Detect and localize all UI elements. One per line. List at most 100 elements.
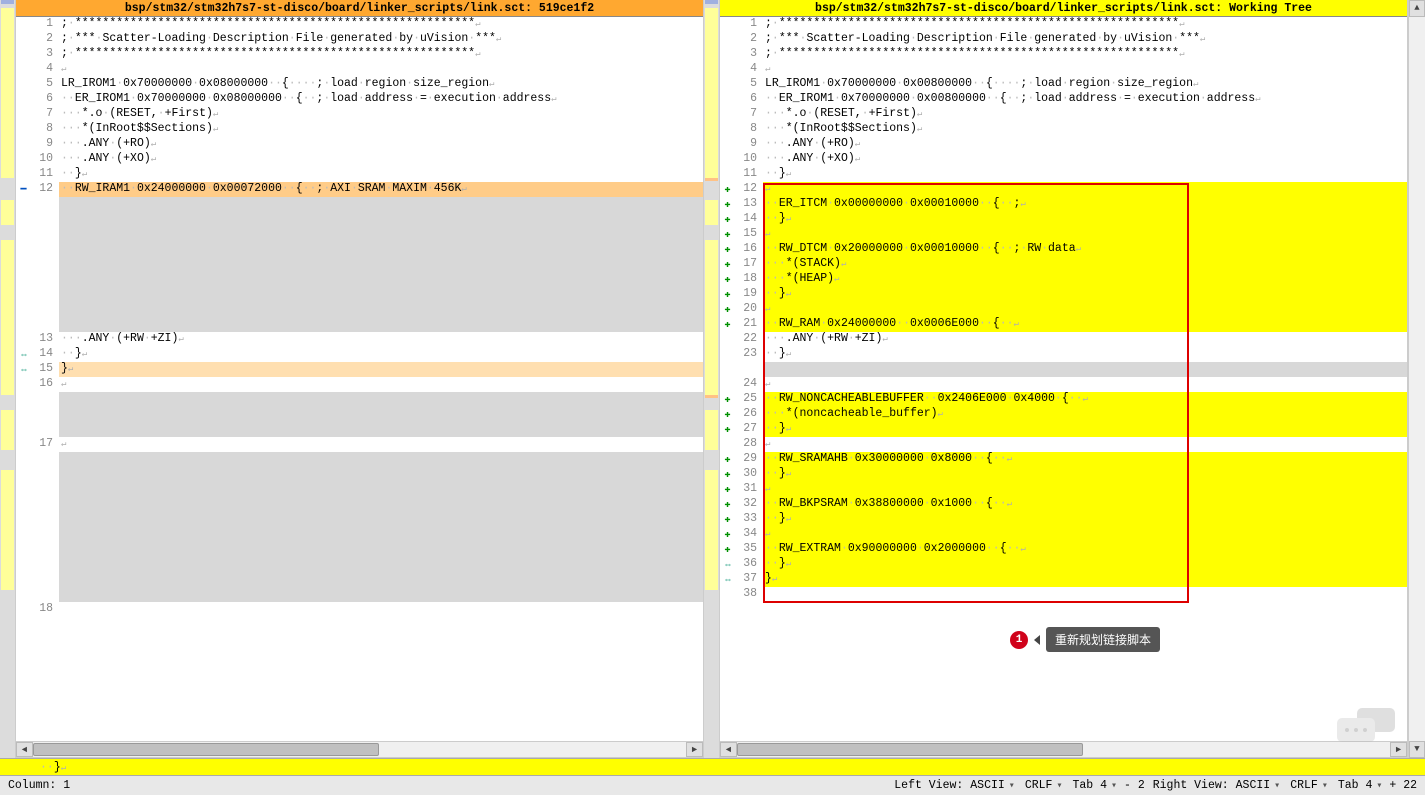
code-line[interactable]: ✚33··}↵ [720,512,1407,527]
code-line[interactable] [16,302,703,317]
code-line[interactable]: ✚29··RW_SRAMAHB·0x30000000·0x8000··{··↵ [720,452,1407,467]
scroll-left-icon[interactable]: ◄ [16,742,33,757]
code-line[interactable] [16,287,703,302]
left-editor[interactable]: 1;·*************************************… [16,17,703,741]
code-line[interactable]: 5LR_IROM1·0x70000000·0x00800000··{····;·… [720,77,1407,92]
chat-bubble-icon[interactable] [1337,708,1397,748]
code-content[interactable]: ↵ [763,527,1407,542]
code-content[interactable]: ;·**************************************… [763,47,1407,62]
right-hscroll[interactable]: ◄ ► [720,741,1407,758]
code-line[interactable]: 23··}↵ [720,347,1407,362]
code-content[interactable]: ··ER_ITCM·0x00000000·0x00010000··{··;↵ [763,197,1407,212]
code-content[interactable]: ↵ [763,482,1407,497]
code-line[interactable] [16,527,703,542]
code-line[interactable] [16,257,703,272]
code-content[interactable]: ↵ [763,182,1407,197]
code-line[interactable] [16,587,703,602]
code-content[interactable]: ↵ [763,227,1407,242]
code-content[interactable] [59,197,703,212]
code-line[interactable]: ✚20↵ [720,302,1407,317]
left-encoding-select[interactable]: ASCII [967,779,1018,792]
code-line[interactable]: 8···*(InRoot$$Sections)↵ [720,122,1407,137]
code-content[interactable]: LR_IROM1·0x70000000·0x08000000··{····;·l… [59,77,703,92]
code-content[interactable] [59,512,703,527]
code-line[interactable]: ✚18···*(HEAP)↵ [720,272,1407,287]
code-line[interactable] [16,197,703,212]
code-line[interactable] [16,212,703,227]
right-encoding-select[interactable]: ASCII [1233,779,1284,792]
code-line[interactable] [16,422,703,437]
overview-ruler-left[interactable] [0,0,16,758]
code-line[interactable]: 2;·***·Scatter-Loading·Description·File·… [16,32,703,47]
code-content[interactable] [763,587,1407,602]
right-tab-select[interactable]: Tab 4 [1335,779,1386,792]
code-line[interactable]: 4↵ [16,62,703,77]
code-content[interactable]: ··RW_NONCACHEABLEBUFFER··0x2406E000·0x40… [763,392,1407,407]
code-content[interactable] [59,602,703,617]
code-content[interactable]: ··}↵ [59,167,703,182]
code-content[interactable]: ···.ANY·(+XO)↵ [763,152,1407,167]
overview-mark[interactable] [705,0,718,4]
overview-mark[interactable] [1,0,14,4]
code-line[interactable]: 1;·*************************************… [720,17,1407,32]
code-content[interactable]: ··}↵ [763,467,1407,482]
code-content[interactable]: ···.ANY·(+RW·+ZI)↵ [763,332,1407,347]
scroll-left-icon[interactable]: ◄ [720,742,737,757]
overview-mark[interactable] [1,200,14,225]
code-line[interactable] [720,362,1407,377]
code-content[interactable]: ··RW_SRAMAHB·0x30000000·0x8000··{··↵ [763,452,1407,467]
code-content[interactable]: ;·***·Scatter-Loading·Description·File·g… [59,32,703,47]
code-content[interactable]: ··}↵ [763,512,1407,527]
code-line[interactable]: 38 [720,587,1407,602]
code-content[interactable] [59,572,703,587]
code-content[interactable]: ;·**************************************… [763,17,1407,32]
code-content[interactable]: ··}↵ [59,347,703,362]
overview-mark[interactable] [705,200,718,225]
code-line[interactable]: 1;·*************************************… [16,17,703,32]
code-line[interactable] [16,407,703,422]
code-line[interactable]: 7···*.o·(RESET,·+First)↵ [16,107,703,122]
code-line[interactable]: 18 [16,602,703,617]
code-line[interactable]: 17↵ [16,437,703,452]
code-content[interactable]: }↵ [763,572,1407,587]
code-line[interactable]: ✚14··}↵ [720,212,1407,227]
scroll-down-icon[interactable]: ▼ [1409,741,1425,758]
code-content[interactable]: ···.ANY·(+RO)↵ [59,137,703,152]
code-line[interactable]: 10···.ANY·(+XO)↵ [16,152,703,167]
right-eol-select[interactable]: CRLF [1287,779,1331,792]
code-line[interactable]: ✚13··ER_ITCM·0x00000000·0x00010000··{··;… [720,197,1407,212]
code-line[interactable]: 3;·*************************************… [16,47,703,62]
code-line[interactable]: 7···*.o·(RESET,·+First)↵ [720,107,1407,122]
code-line[interactable]: ✚16··RW_DTCM·0x20000000·0x00010000··{··;… [720,242,1407,257]
code-line[interactable]: ✚34↵ [720,527,1407,542]
merge-seam-line[interactable]: ··}↵ [0,758,1425,775]
code-line[interactable]: ✚12↵ [720,182,1407,197]
left-tab-select[interactable]: Tab 4 [1069,779,1120,792]
code-content[interactable] [59,422,703,437]
code-content[interactable] [59,482,703,497]
code-line[interactable] [16,227,703,242]
code-line[interactable] [16,512,703,527]
code-content[interactable]: ···*(HEAP)↵ [763,272,1407,287]
overview-mark[interactable] [705,240,718,395]
code-content[interactable]: ···*(STACK)↵ [763,257,1407,272]
code-line[interactable]: 3;·*************************************… [720,47,1407,62]
left-hscroll[interactable]: ◄ ► [16,741,703,758]
code-content[interactable]: ··}↵ [763,557,1407,572]
code-content[interactable]: ↵ [763,437,1407,452]
code-content[interactable]: ···*(InRoot$$Sections)↵ [59,122,703,137]
code-line[interactable]: 2;·***·Scatter-Loading·Description·File·… [720,32,1407,47]
code-content[interactable] [59,497,703,512]
code-line[interactable] [16,272,703,287]
overview-mark[interactable] [705,8,718,178]
code-content[interactable] [59,542,703,557]
code-line[interactable]: ━12··RW_IRAM1·0x24000000·0x00072000··{··… [16,182,703,197]
overview-mark[interactable] [705,470,718,590]
code-line[interactable]: ⇔36··}↵ [720,557,1407,572]
code-content[interactable]: ··RW_RAM·0x24000000··0x0006E000··{··↵ [763,317,1407,332]
overview-mark[interactable] [1,8,14,178]
code-line[interactable]: ✚32··RW_BKPSRAM·0x38800000·0x1000··{··↵ [720,497,1407,512]
code-content[interactable]: ···*.o·(RESET,·+First)↵ [59,107,703,122]
code-content[interactable]: ;·**************************************… [59,17,703,32]
code-content[interactable] [59,257,703,272]
